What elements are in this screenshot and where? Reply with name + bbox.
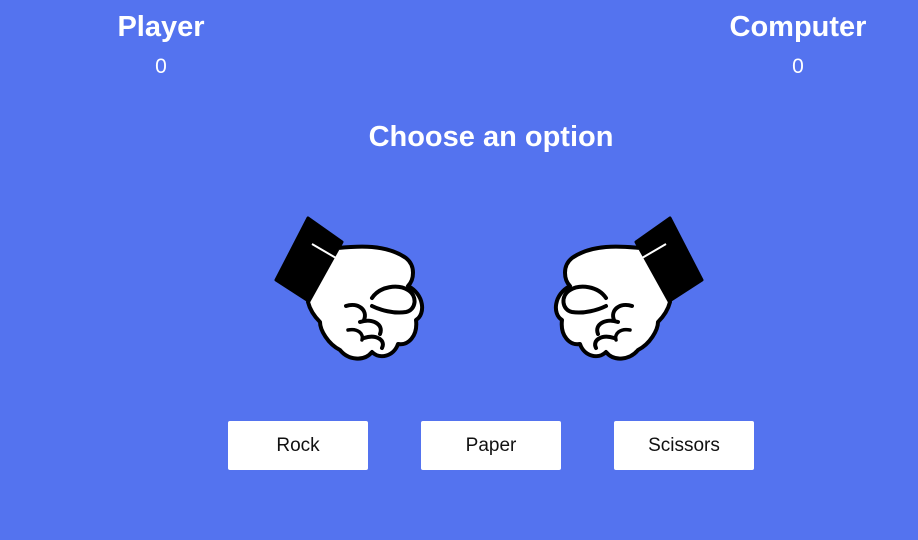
computer-score: 0	[792, 55, 804, 78]
choose-option-prompt: Choose an option	[368, 121, 614, 153]
paper-button[interactable]: Paper	[421, 421, 561, 470]
player-score: 0	[155, 55, 167, 78]
player-hand	[268, 210, 428, 370]
rock-button[interactable]: Rock	[228, 421, 368, 470]
computer-score-panel: Computer 0	[698, 10, 898, 79]
scissors-button[interactable]: Scissors	[614, 421, 754, 470]
rock-fist-icon	[553, 216, 704, 361]
player-title: Player	[117, 11, 205, 43]
rock-fist-icon	[274, 216, 425, 361]
computer-hand	[550, 210, 710, 370]
player-score-panel: Player 0	[61, 10, 261, 79]
computer-title: Computer	[729, 11, 867, 43]
